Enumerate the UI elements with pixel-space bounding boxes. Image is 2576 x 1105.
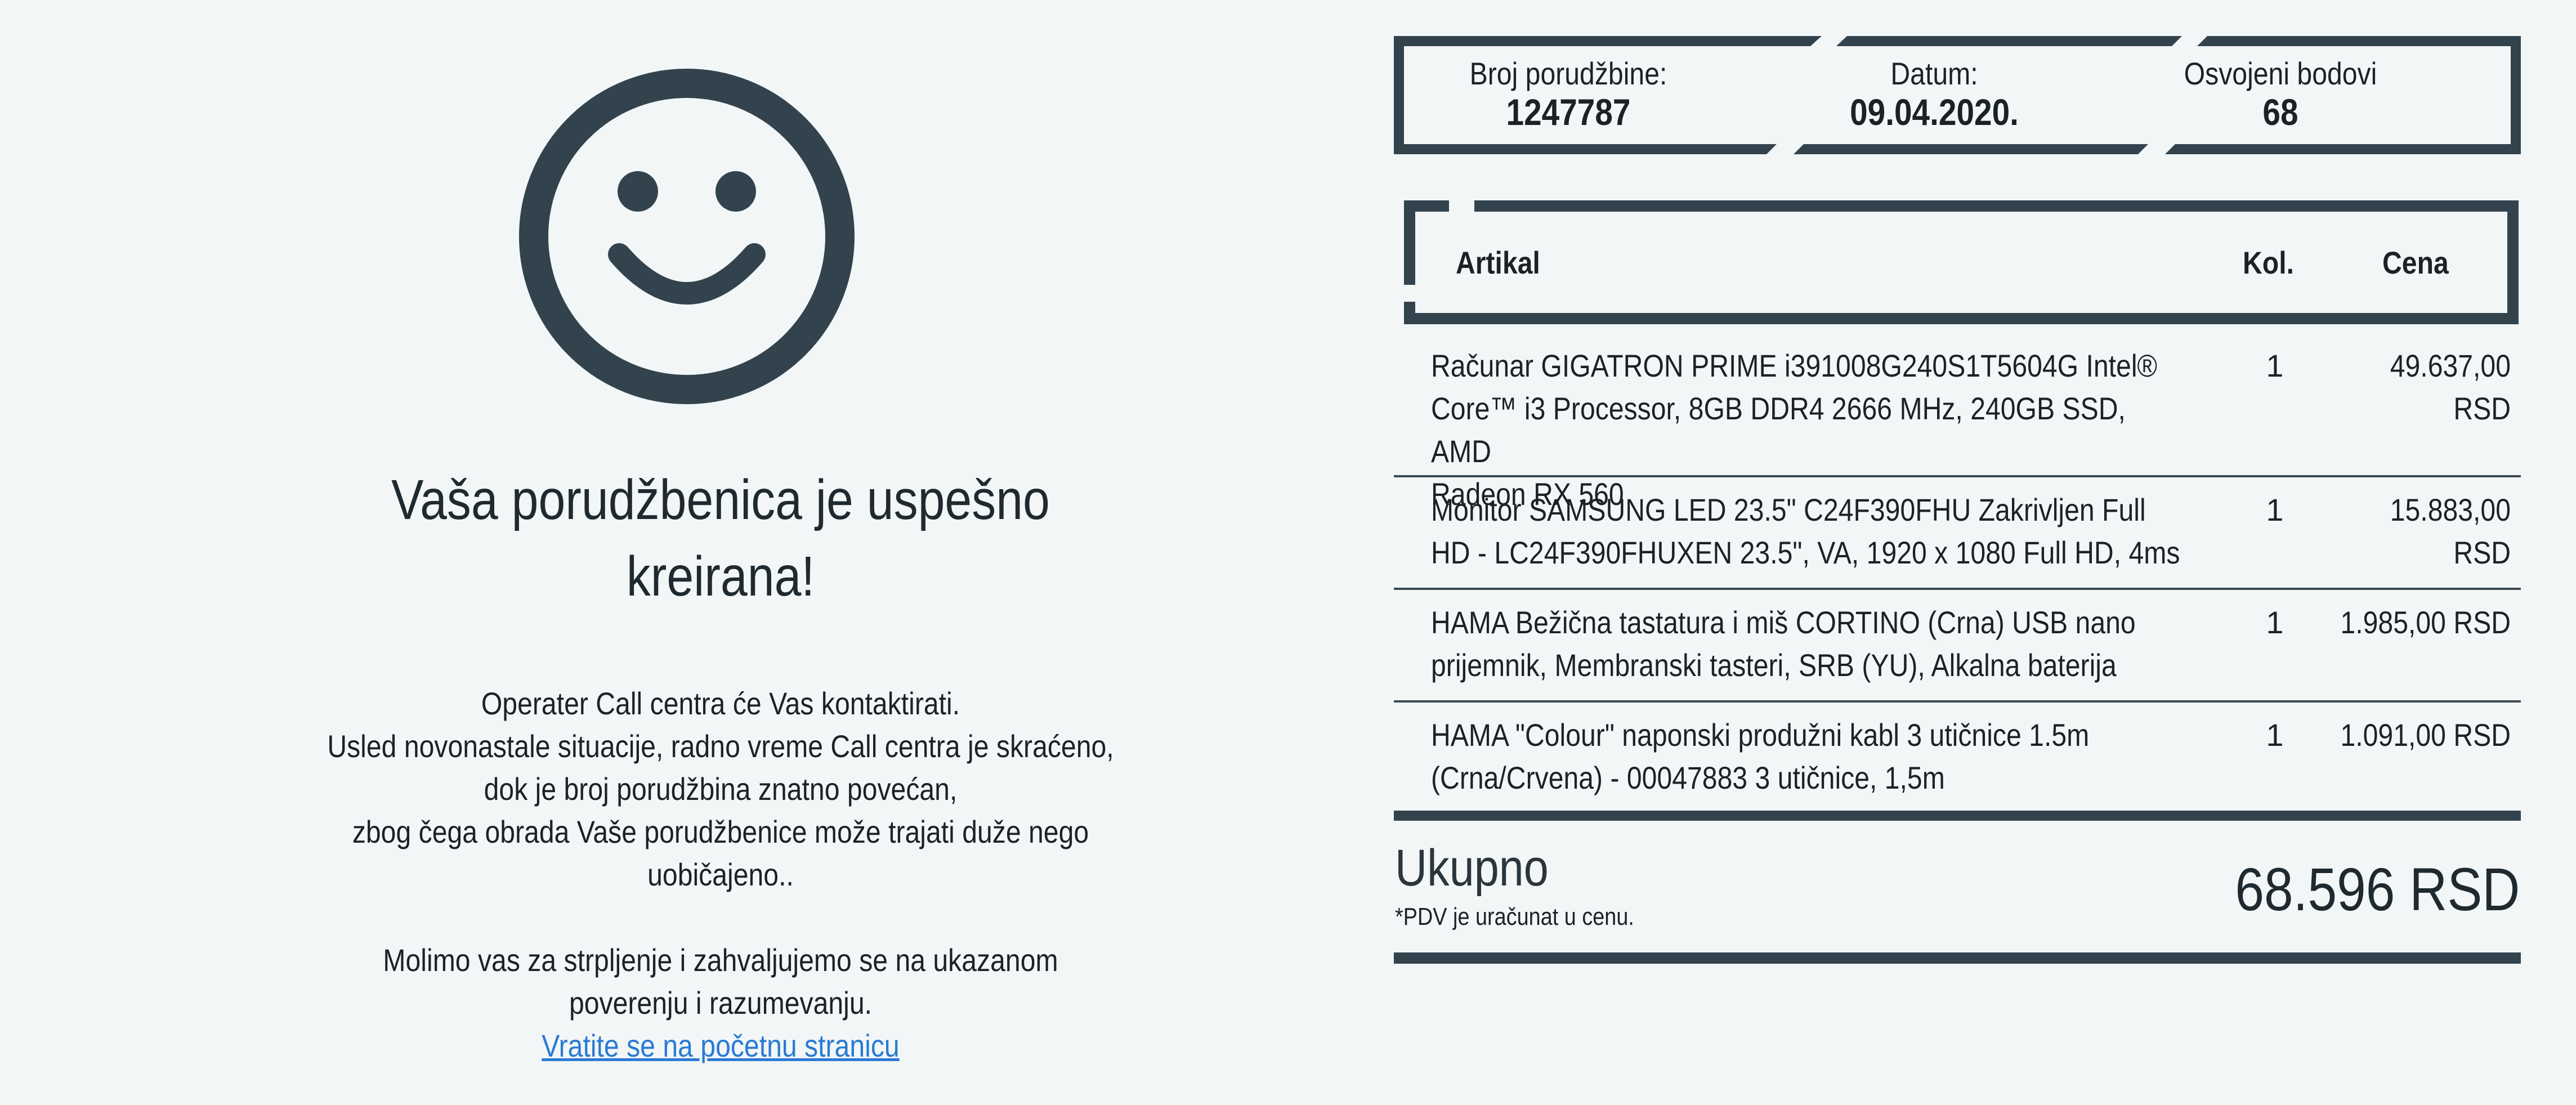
earned-points: Osvojeni bodovi 68 xyxy=(2134,56,2427,133)
earned-points-value: 68 xyxy=(2262,91,2298,133)
order-number: Broj porudžbine: 1247787 xyxy=(1422,56,1715,133)
notice-line: dok je broj porudžbina znatno povećan, xyxy=(484,771,958,807)
item-name-line: HAMA "Colour" naponski produžni kabl 3 u… xyxy=(1431,717,2090,753)
order-summary-panel: Broj porudžbine: 1247787 Datum: 09.04.20… xyxy=(1394,0,2521,1105)
item-quantity: 1 xyxy=(2266,348,2284,383)
order-number-label: Broj porudžbine: xyxy=(1469,56,1667,91)
items-table-header: Artikal Kol. Cena xyxy=(1404,200,2519,324)
item-price: 15.883,00 RSD xyxy=(2390,492,2511,570)
page-title: Vaša porudžbenica je uspešno kreirana! xyxy=(333,462,1108,615)
order-date-label: Datum: xyxy=(1890,56,1978,91)
column-article: Artikal xyxy=(1456,245,1540,280)
order-date: Datum: 09.04.2020. xyxy=(1788,56,2081,133)
item-price: 1.985,00 RSD xyxy=(2340,605,2511,640)
items-list: Računar GIGATRON PRIME i391008G240S1T560… xyxy=(1394,332,2521,804)
table-row: Računar GIGATRON PRIME i391008G240S1T560… xyxy=(1394,332,2521,512)
item-price: 49.637,00 RSD xyxy=(2390,348,2511,426)
notice-line: uobičajeno.. xyxy=(647,857,794,892)
table-row: Monitor SAMSUNG LED 23.5" C24F390FHU Zak… xyxy=(1394,477,2521,590)
total-label: Ukupno xyxy=(1395,839,1549,897)
thanks-line: Molimo vas za strpljenje i zahvaljujemo … xyxy=(383,942,1058,978)
column-quantity: Kol. xyxy=(2243,245,2294,280)
earned-points-label: Osvojeni bodovi xyxy=(2184,56,2377,91)
item-name-line: HD - LC24F390FHUXEN 23.5", VA, 1920 x 10… xyxy=(1431,535,2180,570)
item-name-line: Računar GIGATRON PRIME i391008G240S1T560… xyxy=(1431,348,2158,383)
thanks-line: poverenju i razumevanju. xyxy=(569,985,873,1021)
table-row: HAMA "Colour" naponski produžni kabl 3 u… xyxy=(1394,703,2521,804)
total-divider-top xyxy=(1394,811,2521,821)
order-date-value: 09.04.2020. xyxy=(1850,91,2019,133)
item-quantity: 1 xyxy=(2266,492,2284,527)
notice-line: Usled novonastale situacije, radno vreme… xyxy=(327,728,1114,764)
item-price: 1.091,00 RSD xyxy=(2340,717,2511,753)
item-name-line: Core™ i3 Processor, 8GB DDR4 2666 MHz, 2… xyxy=(1431,391,2126,469)
order-info-box: Broj porudžbine: 1247787 Datum: 09.04.20… xyxy=(1394,36,2521,154)
item-name-line: prijemnik, Membranski tasteri, SRB (YU),… xyxy=(1431,647,2117,683)
vat-note: *PDV je uračunat u cenu. xyxy=(1395,903,1634,930)
notice-text: Operater Call centra će Vas kontaktirati… xyxy=(285,682,1156,1025)
order-number-value: 1247787 xyxy=(1506,91,1631,133)
item-name: Monitor SAMSUNG LED 23.5" C24F390FHU Zak… xyxy=(1431,489,2186,574)
home-link[interactable]: Vratite se na početnu stranicu xyxy=(478,1025,963,1067)
item-name-line: Monitor SAMSUNG LED 23.5" C24F390FHU Zak… xyxy=(1431,492,2146,527)
title-line: kreirana! xyxy=(626,545,815,608)
notice-line: zbog čega obrada Vaše porudžbenice može … xyxy=(352,814,1089,849)
title-line: Vaša porudžbenica je uspešno xyxy=(391,468,1050,531)
item-name-line: HAMA Bežična tastatura i miš CORTINO (Cr… xyxy=(1431,605,2136,640)
table-row: HAMA Bežična tastatura i miš CORTINO (Cr… xyxy=(1394,590,2521,703)
total-value: 68.596 RSD xyxy=(2235,855,2520,923)
items-header-frame xyxy=(1404,200,2519,324)
column-price: Cena xyxy=(2382,245,2449,280)
item-name-line: (Crna/Crvena) - 00047883 3 utičnice, 1,5… xyxy=(1431,760,1945,795)
item-quantity: 1 xyxy=(2266,717,2284,753)
item-name: HAMA Bežična tastatura i miš CORTINO (Cr… xyxy=(1431,601,2186,687)
notice-line: Operater Call centra će Vas kontaktirati… xyxy=(481,686,960,721)
item-name: HAMA "Colour" naponski produžni kabl 3 u… xyxy=(1431,714,2186,799)
smiley-icon xyxy=(519,69,855,404)
item-quantity: 1 xyxy=(2266,605,2284,640)
total-divider-bottom xyxy=(1394,952,2521,964)
confirmation-panel: Vaša porudžbenica je uspešno kreirana! O… xyxy=(0,0,1396,1105)
